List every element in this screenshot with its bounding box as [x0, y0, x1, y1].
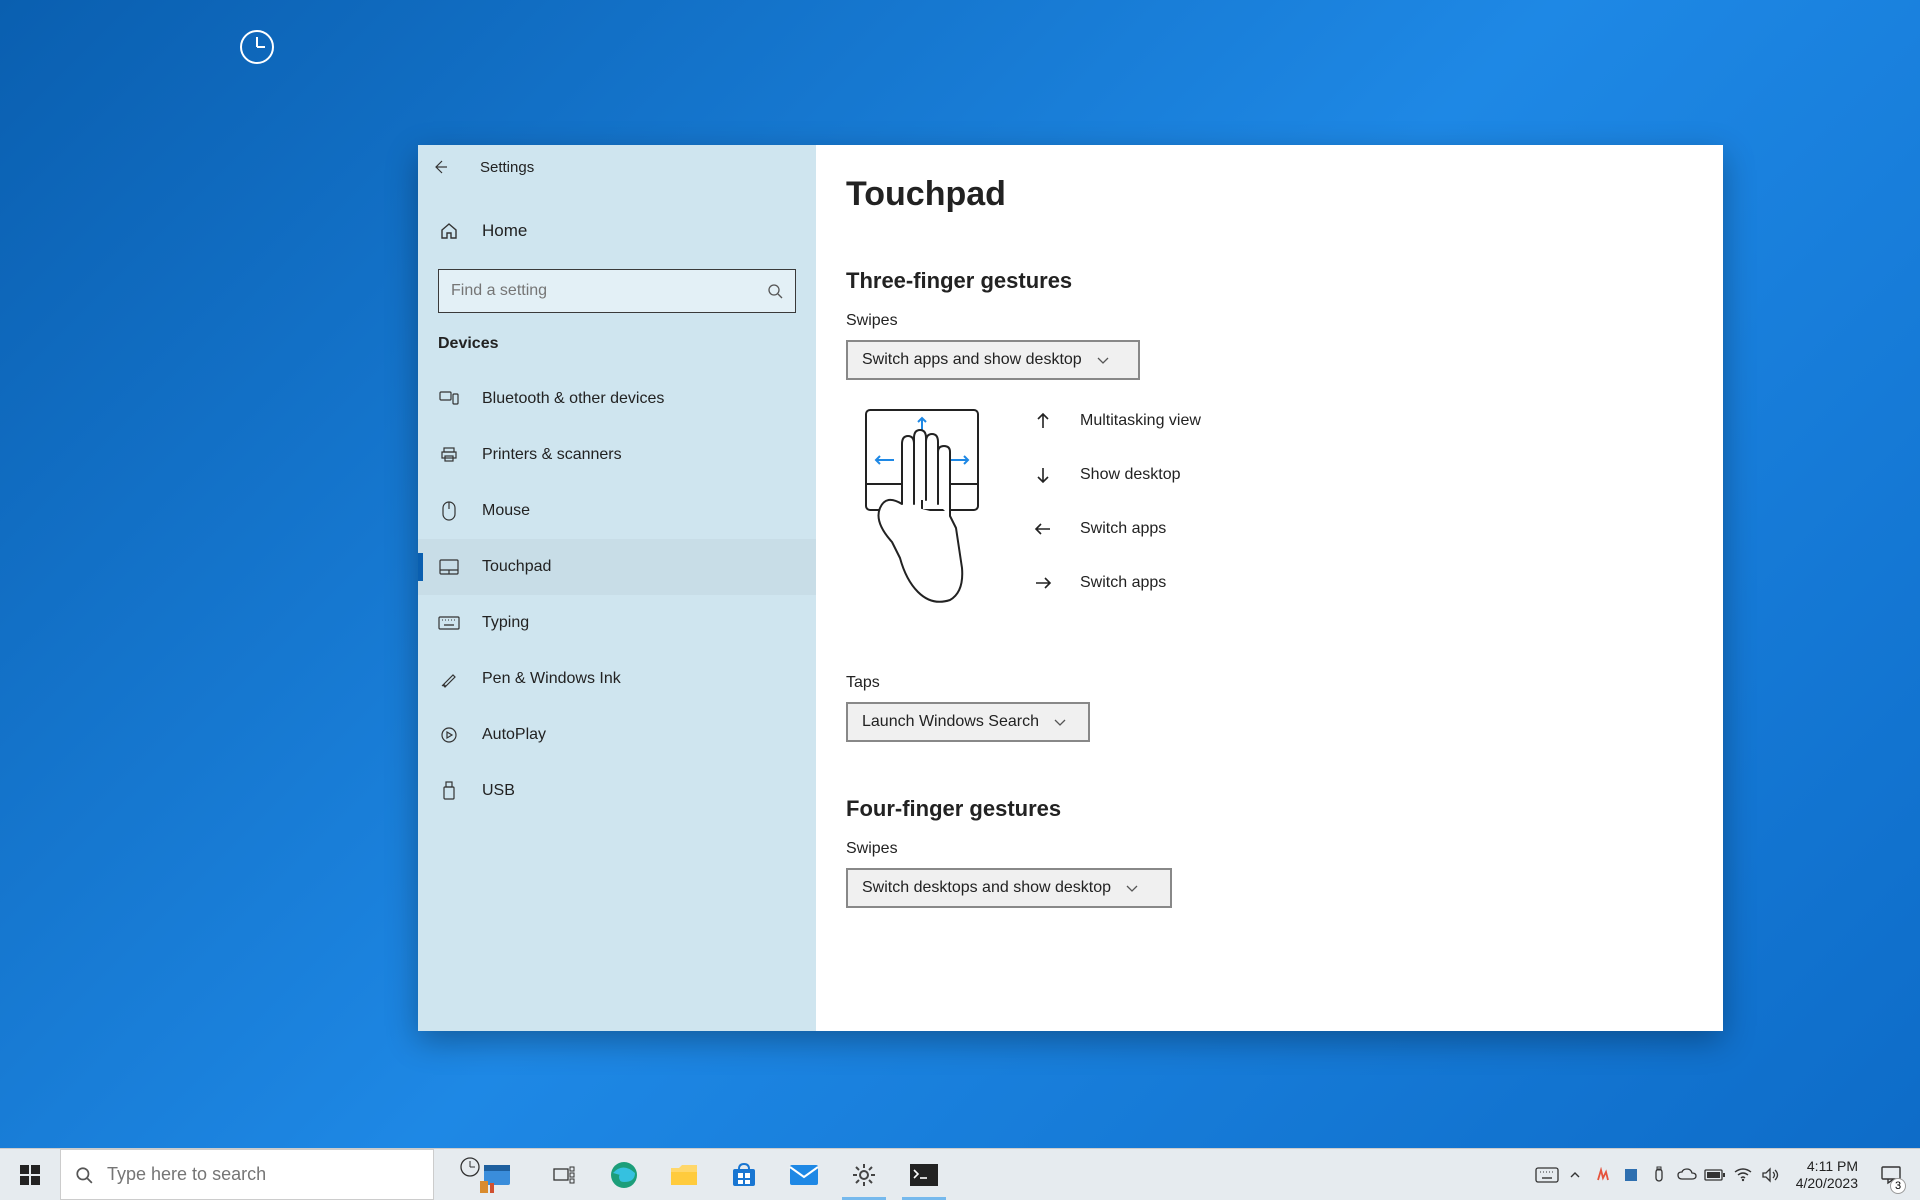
swipes4-label: Swipes [846, 840, 1693, 858]
search-icon [767, 283, 783, 299]
file-explorer-icon[interactable] [654, 1149, 714, 1200]
touchpad-icon [438, 559, 460, 575]
tray-app1-icon[interactable] [1590, 1149, 1616, 1200]
task-view-button[interactable] [534, 1149, 594, 1200]
settings-window: Settings Home Devices Bluetooth & other … [418, 145, 1723, 1031]
printer-icon [438, 446, 460, 464]
three-finger-heading: Three-finger gestures [846, 268, 1693, 294]
sidebar-item-label: Typing [482, 614, 529, 632]
action-center-button[interactable]: 3 [1870, 1149, 1912, 1200]
tray-bluetooth-icon[interactable] [1646, 1149, 1672, 1200]
gesture-label: Switch apps [1080, 520, 1166, 538]
sidebar-item-label: Mouse [482, 502, 530, 520]
chevron-down-icon [1053, 715, 1067, 729]
swipes-label: Swipes [846, 312, 1693, 330]
tray-battery-icon[interactable] [1702, 1149, 1728, 1200]
home-icon [438, 222, 460, 240]
clock-time: 4:11 PM [1807, 1158, 1858, 1175]
titlebar: Settings [418, 145, 816, 189]
arrow-down-icon [1034, 466, 1052, 484]
news-widget[interactable] [434, 1149, 534, 1200]
arrow-up-icon [1034, 412, 1052, 430]
three-taps-dropdown[interactable]: Launch Windows Search [846, 702, 1090, 742]
autoplay-icon [438, 726, 460, 744]
sidebar-item-label: Printers & scanners [482, 446, 622, 464]
terminal-icon[interactable] [894, 1149, 954, 1200]
sidebar-item-label: Touchpad [482, 558, 551, 576]
gesture-down: Show desktop [1034, 466, 1201, 484]
arrow-right-icon [1034, 576, 1052, 590]
search-input[interactable] [438, 269, 796, 313]
chevron-down-icon [1125, 881, 1139, 895]
three-swipes-dropdown[interactable]: Switch apps and show desktop [846, 340, 1140, 380]
tray-keyboard-icon[interactable] [1534, 1149, 1560, 1200]
mouse-icon [438, 501, 460, 521]
tray-onedrive-icon[interactable] [1674, 1149, 1700, 1200]
sidebar-item-label: USB [482, 782, 515, 800]
sidebar-item-pen[interactable]: Pen & Windows Ink [418, 651, 816, 707]
gesture-left: Switch apps [1034, 520, 1201, 538]
recycle-bin-icon[interactable] [240, 30, 274, 64]
search-icon [75, 1166, 93, 1184]
tray-wifi-icon[interactable] [1730, 1149, 1756, 1200]
sidebar-home[interactable]: Home [418, 203, 816, 259]
pen-icon [438, 670, 460, 688]
taskbar-search[interactable] [60, 1149, 434, 1200]
start-button[interactable] [0, 1149, 60, 1200]
four-finger-heading: Four-finger gestures [846, 796, 1693, 822]
sidebar-item-touchpad[interactable]: Touchpad [418, 539, 816, 595]
edge-icon[interactable] [594, 1149, 654, 1200]
tray-overflow-icon[interactable] [1562, 1149, 1588, 1200]
taps-label: Taps [846, 674, 1693, 692]
page-title: Touchpad [846, 175, 1693, 214]
gesture-label: Multitasking view [1080, 412, 1201, 430]
sidebar-item-label: Pen & Windows Ink [482, 670, 621, 688]
keyboard-icon [438, 616, 460, 630]
notification-badge: 3 [1890, 1178, 1906, 1194]
taskbar: 4:11 PM 4/20/2023 3 [0, 1148, 1920, 1200]
gesture-label: Show desktop [1080, 466, 1181, 484]
gesture-label: Switch apps [1080, 574, 1166, 592]
settings-taskbar-icon[interactable] [834, 1149, 894, 1200]
content-area: Touchpad Three-finger gestures Swipes Sw… [816, 145, 1723, 1031]
taskbar-apps [594, 1149, 954, 1200]
sidebar-item-printers[interactable]: Printers & scanners [418, 427, 816, 483]
chevron-down-icon [1096, 353, 1110, 367]
usb-icon [438, 781, 460, 801]
back-button[interactable] [418, 145, 462, 189]
touchpad-hand-illustration [846, 408, 978, 652]
dropdown-value: Launch Windows Search [862, 713, 1039, 731]
sidebar-home-label: Home [482, 221, 527, 241]
tray-app2-icon[interactable] [1618, 1149, 1644, 1200]
system-tray: 4:11 PM 4/20/2023 3 [1534, 1149, 1920, 1200]
window-title: Settings [480, 159, 534, 176]
dropdown-value: Switch desktops and show desktop [862, 879, 1111, 897]
sidebar-category: Devices [418, 313, 816, 371]
tray-volume-icon[interactable] [1758, 1149, 1784, 1200]
sidebar-item-label: AutoPlay [482, 726, 546, 744]
sidebar-item-label: Bluetooth & other devices [482, 390, 664, 408]
devices-icon [438, 391, 460, 407]
search-field[interactable] [451, 282, 767, 300]
gesture-list: Multitasking view Show desktop Switch ap… [1034, 412, 1201, 592]
store-icon[interactable] [714, 1149, 774, 1200]
gesture-up: Multitasking view [1034, 412, 1201, 430]
settings-sidebar: Settings Home Devices Bluetooth & other … [418, 145, 816, 1031]
sidebar-item-mouse[interactable]: Mouse [418, 483, 816, 539]
taskbar-search-field[interactable] [107, 1164, 419, 1185]
four-swipes-dropdown[interactable]: Switch desktops and show desktop [846, 868, 1172, 908]
clock-date: 4/20/2023 [1796, 1175, 1858, 1192]
mail-icon[interactable] [774, 1149, 834, 1200]
sidebar-item-bluetooth[interactable]: Bluetooth & other devices [418, 371, 816, 427]
gesture-right: Switch apps [1034, 574, 1201, 592]
dropdown-value: Switch apps and show desktop [862, 351, 1082, 369]
taskbar-clock[interactable]: 4:11 PM 4/20/2023 [1786, 1158, 1868, 1192]
sidebar-item-usb[interactable]: USB [418, 763, 816, 819]
sidebar-item-autoplay[interactable]: AutoPlay [418, 707, 816, 763]
sidebar-item-typing[interactable]: Typing [418, 595, 816, 651]
arrow-left-icon [1034, 522, 1052, 536]
